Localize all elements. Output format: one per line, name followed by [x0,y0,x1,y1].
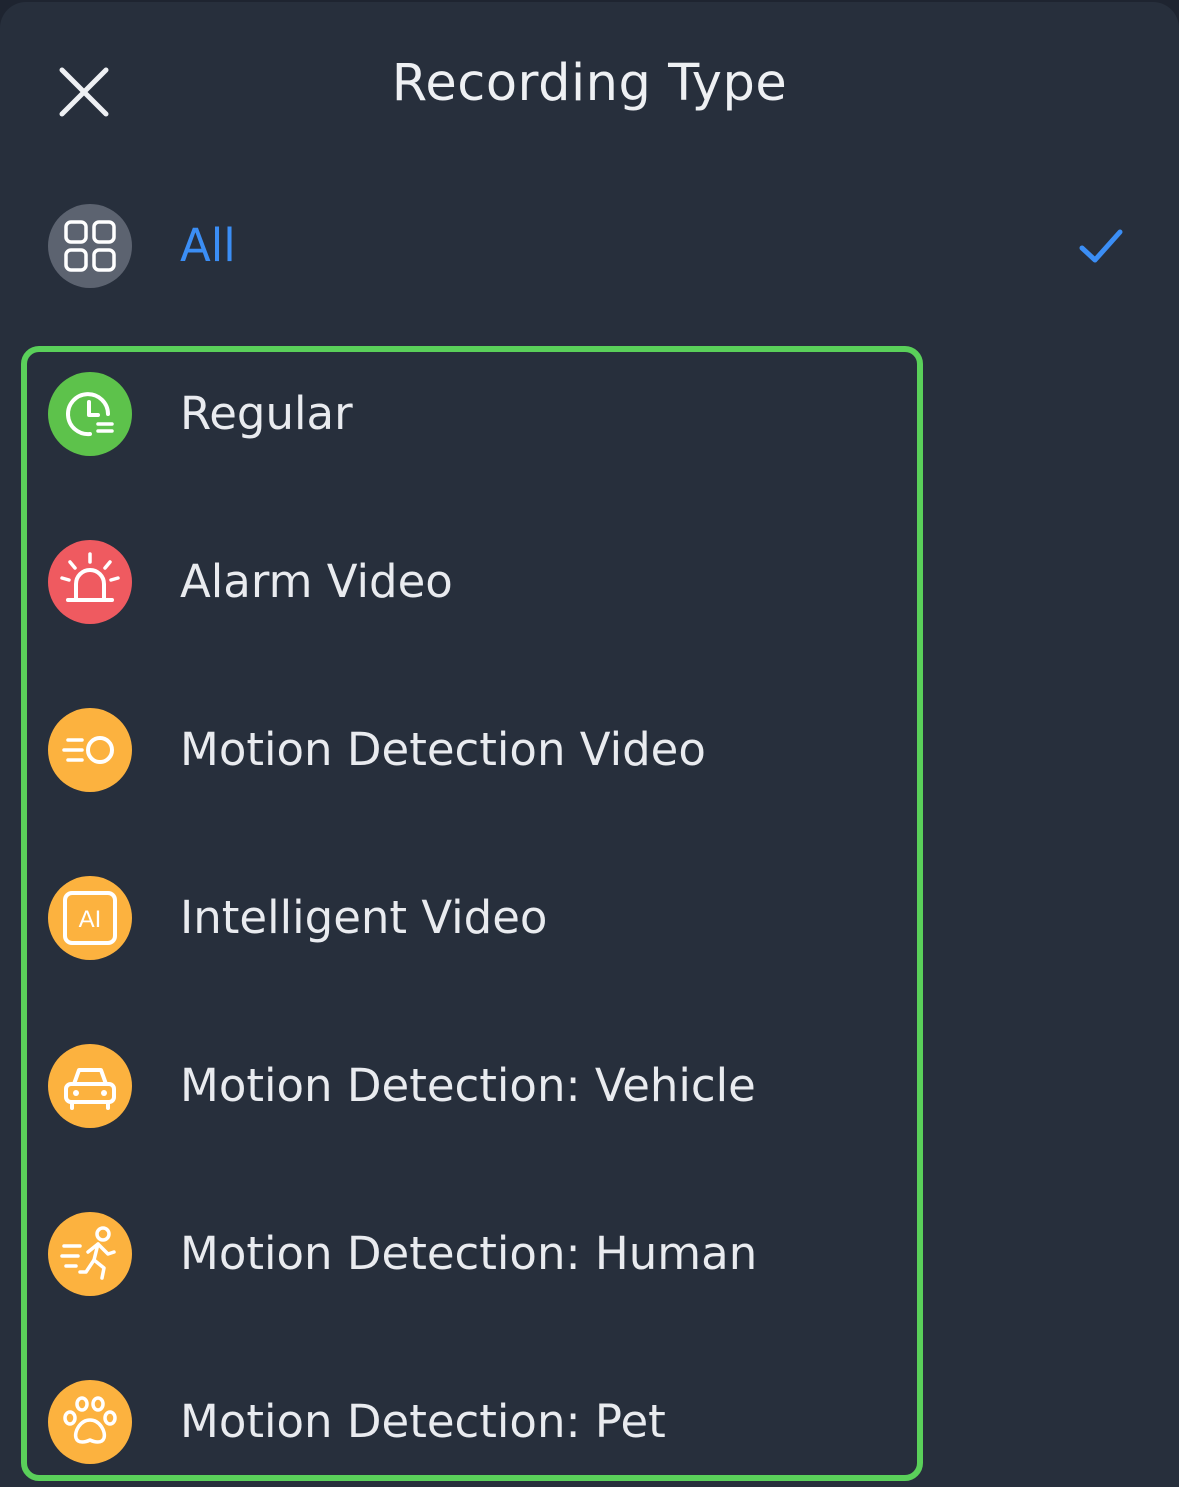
option-motion-detection-human[interactable]: Motion Detection: Human [0,1170,1179,1338]
svg-text:AI: AI [79,906,102,933]
option-label: Intelligent Video [180,891,548,944]
option-all[interactable]: All [0,162,1179,330]
option-intelligent-video[interactable]: AI Intelligent Video [0,834,1179,1002]
paw-icon [48,1380,132,1464]
option-label: Alarm Video [180,555,453,608]
option-label: Motion Detection: Pet [180,1395,666,1448]
option-motion-detection-video[interactable]: Motion Detection Video [0,666,1179,834]
option-label: Motion Detection Video [180,723,706,776]
clock-list-icon [48,372,132,456]
option-label: Motion Detection: Vehicle [180,1059,756,1112]
option-label: Regular [180,387,353,440]
checkmark-icon [1079,229,1123,263]
ai-icon: AI [48,876,132,960]
motion-icon [48,708,132,792]
car-icon [48,1044,132,1128]
option-label: Motion Detection: Human [180,1227,758,1280]
option-motion-detection-pet[interactable]: Motion Detection: Pet [0,1338,1179,1487]
grid-icon [48,204,132,288]
option-motion-detection-vehicle[interactable]: Motion Detection: Vehicle [0,1002,1179,1170]
option-regular[interactable]: Regular [0,330,1179,498]
option-label: All [180,219,236,272]
page-title: Recording Type [391,54,788,113]
option-alarm-video[interactable]: Alarm Video [0,498,1179,666]
siren-icon [48,540,132,624]
sheet-header: Recording Type [0,2,1179,178]
recording-type-sheet: Recording Type All Regular Alarm Video M… [0,2,1179,1487]
running-person-icon [48,1212,132,1296]
